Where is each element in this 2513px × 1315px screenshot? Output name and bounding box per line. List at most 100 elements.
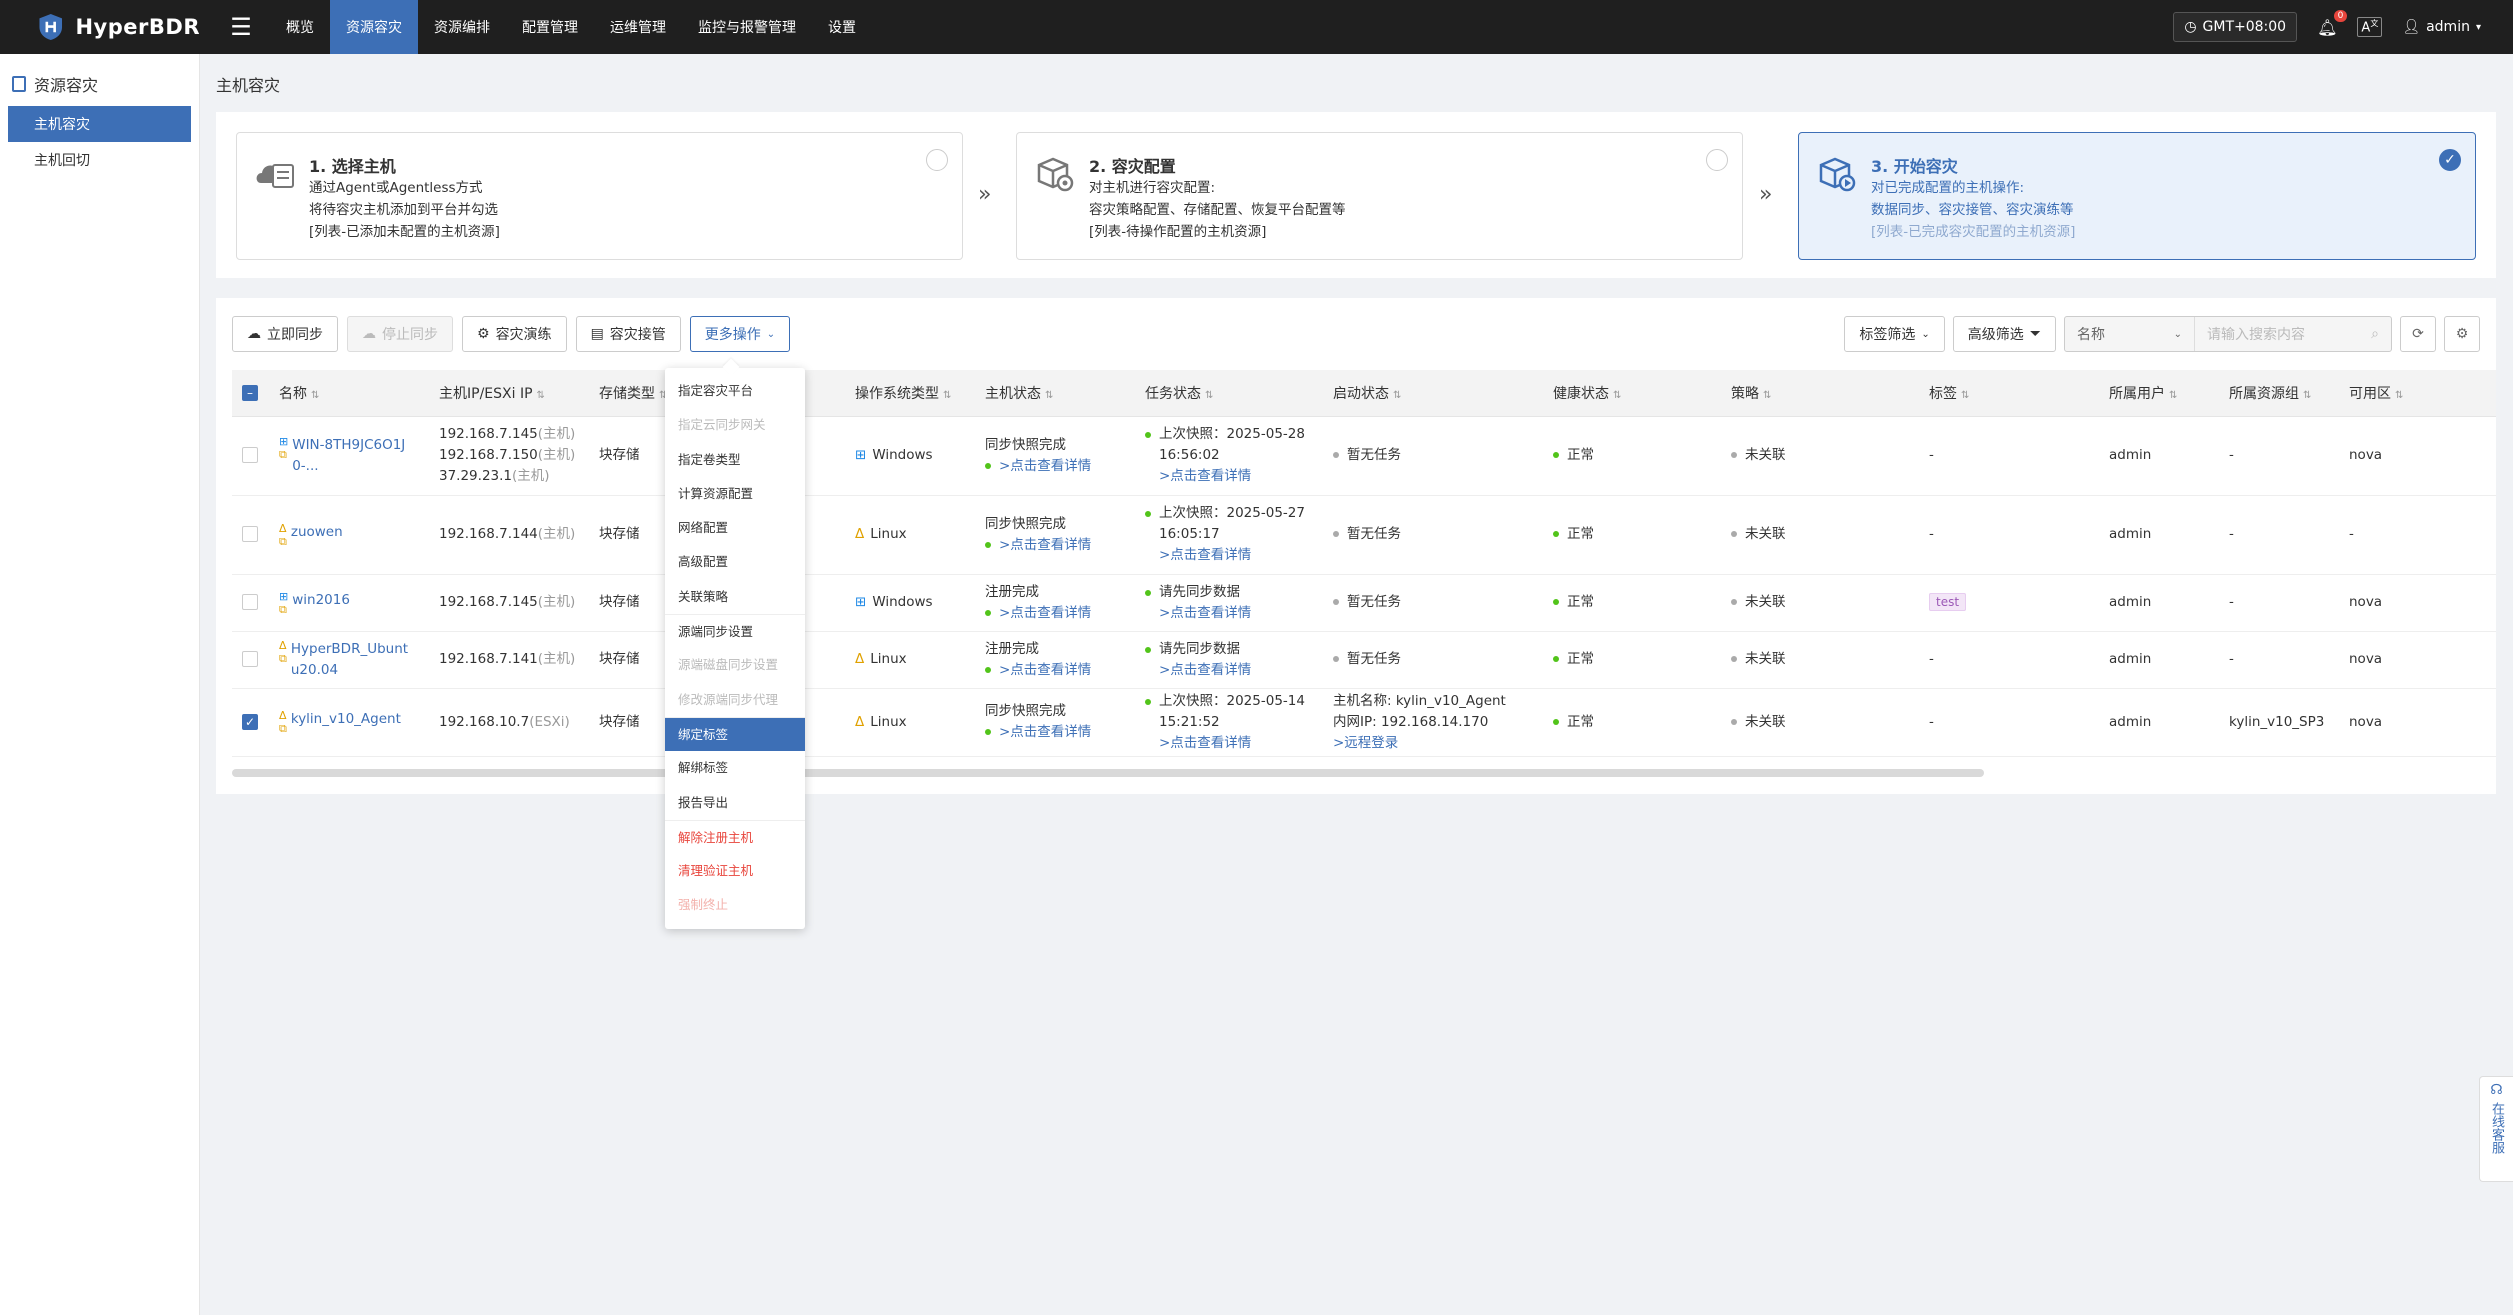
row-select-cell[interactable] [232, 416, 269, 496]
logo[interactable]: HyperBDR [0, 0, 200, 54]
sort-icon[interactable]: ⇅ [1613, 390, 1621, 401]
detail-link[interactable]: >点击查看详情 [999, 458, 1091, 474]
row-select-cell[interactable] [232, 495, 269, 575]
sort-icon[interactable]: ⇅ [311, 390, 319, 401]
dropdown-item[interactable]: 解绑标签 [665, 751, 805, 785]
more-ops-button[interactable]: 更多操作 ⌄ [689, 316, 791, 352]
detail-link[interactable]: >点击查看详情 [1159, 545, 1305, 566]
online-service-button[interactable]: ☊ 在线客服 [2479, 1076, 2513, 1182]
column-header[interactable]: 所属资源组 ⇅ [2219, 370, 2339, 417]
dropdown-item[interactable]: 源端同步设置 [665, 614, 805, 648]
refresh-icon[interactable]: ⟳ [2400, 316, 2436, 352]
column-header[interactable]: 可用区 ⇅ [2339, 370, 2496, 417]
nav-ops[interactable]: 运维管理 [594, 0, 682, 54]
column-header[interactable]: 操作系统类型 ⇅ [845, 370, 975, 417]
column-header[interactable]: 名称 ⇅ [269, 370, 429, 417]
nav-overview[interactable]: 概览 [270, 0, 330, 54]
sidebar-item-host-dr[interactable]: 主机容灾 [8, 106, 191, 142]
row-checkbox[interactable] [242, 447, 258, 463]
dropdown-item[interactable]: 高级配置 [665, 545, 805, 579]
step-radio[interactable] [926, 149, 948, 171]
row-select-cell[interactable] [232, 574, 269, 632]
remote-login-link[interactable]: >远程登录 [1333, 733, 1543, 754]
column-header[interactable]: 策略 ⇅ [1721, 370, 1919, 417]
tag-filter-button[interactable]: 标签筛选 ⌄ [1844, 316, 1945, 352]
sort-icon[interactable]: ⇅ [1961, 390, 1969, 401]
search-field-select[interactable]: 名称 ⌄ [2065, 317, 2195, 351]
column-header[interactable]: 标签 ⇅ [1919, 370, 2099, 417]
row-checkbox[interactable] [242, 594, 258, 610]
sort-icon[interactable]: ⇅ [2395, 390, 2403, 401]
dropdown-item[interactable]: 关联策略 [665, 580, 805, 614]
row-checkbox[interactable] [242, 651, 258, 667]
sort-icon[interactable]: ⇅ [943, 390, 951, 401]
dropdown-item[interactable]: 解除注册主机 [665, 819, 805, 854]
dropdown-item[interactable]: 报告导出 [665, 786, 805, 820]
advanced-filter-button[interactable]: 高级筛选 ⏷ [1952, 316, 2056, 352]
dropdown-item[interactable]: 清理验证主机 [665, 854, 805, 888]
select-all-cell[interactable]: – [232, 370, 269, 417]
dr-takeover-button[interactable]: ▤ 容灾接管 [575, 316, 681, 352]
step-check-icon[interactable]: ✓ [2439, 149, 2461, 171]
step-dr-config[interactable]: 2. 容灾配置 对主机进行容灾配置: 容灾策略配置、存储配置、恢复平台配置等 [… [1016, 132, 1743, 260]
step-start-dr[interactable]: 3. 开始容灾 对已完成配置的主机操作: 数据同步、容灾接管、容灾演练等 [列表… [1798, 132, 2476, 260]
host-name-link[interactable]: zuowen [291, 522, 411, 543]
row-checkbox[interactable]: ✓ [242, 713, 258, 730]
nav-orchestration[interactable]: 资源编排 [418, 0, 506, 54]
table-row[interactable]: ⊞ ⧉ win2016 192.168.7.145(主机) 块存储 ⊞ Window… [232, 574, 2496, 632]
select-all-checkbox[interactable]: – [242, 384, 258, 401]
detail-link[interactable]: >点击查看详情 [999, 724, 1091, 740]
language-icon[interactable]: A文 [2357, 17, 2383, 37]
host-name-link[interactable]: HyperBDR_Ubuntu20.04 [291, 639, 411, 681]
dropdown-item[interactable]: 网络配置 [665, 511, 805, 545]
step-radio[interactable] [1706, 149, 1728, 171]
nav-monitoring[interactable]: 监控与报警管理 [682, 0, 812, 54]
table-row[interactable]: Δ ⧉ HyperBDR_Ubuntu20.04 192.168.7.141(主机… [232, 631, 2496, 689]
column-header[interactable]: 启动状态 ⇅ [1323, 370, 1543, 417]
table-row[interactable]: ⊞ ⧉ WIN-8TH9JC6O1J0-... 192.168.7.145(主机)… [232, 416, 2496, 496]
row-select-cell[interactable] [232, 631, 269, 689]
table-row[interactable]: ✓ Δ ⧉ kylin_v10_Agent 192.168.10.7(ESXi) … [232, 688, 2496, 757]
search-input[interactable]: 请输入搜索内容 ⌕ [2195, 317, 2391, 351]
row-select-cell[interactable]: ✓ [232, 688, 269, 757]
nav-resource-dr[interactable]: 资源容灾 [330, 0, 418, 54]
menu-toggle-icon[interactable]: ☰ [216, 0, 266, 54]
host-name-link[interactable]: win2016 [292, 590, 412, 611]
timezone-selector[interactable]: ◷ GMT+08:00 [2173, 12, 2298, 42]
dropdown-item[interactable]: 指定卷类型 [665, 443, 805, 477]
nav-config[interactable]: 配置管理 [506, 0, 594, 54]
column-header[interactable]: 所属用户 ⇅ [2099, 370, 2219, 417]
sort-icon[interactable]: ⇅ [2169, 390, 2177, 401]
dropdown-item[interactable]: 指定云同步网关 [665, 408, 805, 442]
dropdown-item[interactable]: 绑定标签 [665, 716, 805, 752]
detail-link[interactable]: >点击查看详情 [1159, 466, 1305, 487]
sidebar-item-host-failback[interactable]: 主机回切 [8, 142, 191, 178]
detail-link[interactable]: >点击查看详情 [1159, 603, 1251, 624]
dropdown-item[interactable]: 强制终止 [665, 888, 805, 922]
column-header[interactable]: 任务状态 ⇅ [1135, 370, 1323, 417]
column-header[interactable]: 主机IP/ESXi IP ⇅ [429, 370, 589, 417]
sort-icon[interactable]: ⇅ [1393, 390, 1401, 401]
bell-icon[interactable]: 🔔︎ 0 [2317, 9, 2348, 37]
dr-drill-button[interactable]: ⚙ 容灾演练 [462, 316, 567, 352]
dropdown-item[interactable]: 修改源端同步代理 [665, 683, 805, 717]
user-menu[interactable]: 👤︎ admin ▾ [2402, 19, 2481, 35]
detail-link[interactable]: >点击查看详情 [1159, 733, 1305, 754]
detail-link[interactable]: >点击查看详情 [999, 537, 1091, 553]
gear-icon[interactable]: ⚙ [2444, 316, 2480, 352]
sort-icon[interactable]: ⇅ [1763, 390, 1771, 401]
column-header[interactable]: 健康状态 ⇅ [1543, 370, 1721, 417]
dropdown-item[interactable]: 指定容灾平台 [665, 374, 805, 408]
horizontal-scrollbar[interactable] [232, 769, 1984, 777]
step-select-host[interactable]: 1. 选择主机 通过Agent或Agentless方式 将待容灾主机添加到平台并… [236, 132, 963, 260]
host-name-link[interactable]: WIN-8TH9JC6O1J0-... [292, 435, 412, 477]
nav-settings[interactable]: 设置 [812, 0, 872, 54]
stop-sync-button[interactable]: ☁ 停止同步 [347, 316, 453, 352]
dropdown-item[interactable]: 源端磁盘同步设置 [665, 648, 805, 682]
column-header[interactable]: 主机状态 ⇅ [975, 370, 1135, 417]
sync-now-button[interactable]: ☁ 立即同步 [232, 316, 338, 352]
sort-icon[interactable]: ⇅ [1205, 390, 1213, 401]
detail-link[interactable]: >点击查看详情 [1159, 660, 1251, 681]
row-checkbox[interactable] [242, 526, 258, 542]
sort-icon[interactable]: ⇅ [537, 390, 545, 401]
